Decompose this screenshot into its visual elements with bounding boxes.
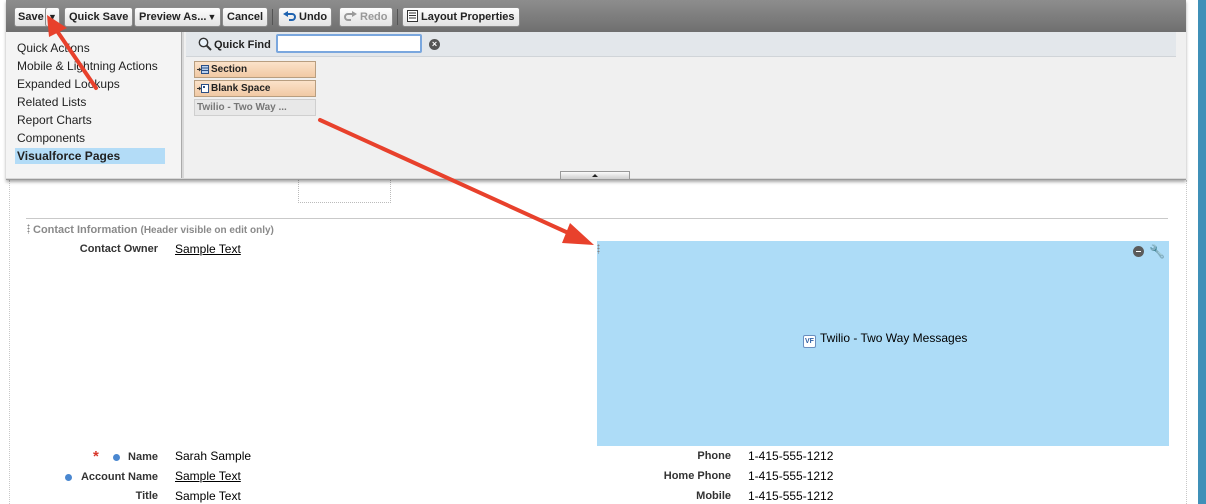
required-marker: * <box>93 448 99 465</box>
palette-item-label: Blank Space <box>211 83 271 94</box>
layout-properties-label: Layout Properties <box>421 11 515 23</box>
visualforce-component-label: VF Twilio - Two Way Messages <box>803 331 967 348</box>
category-visualforce-pages[interactable]: Visualforce Pages <box>15 148 165 164</box>
right-gutter <box>1186 0 1198 504</box>
drag-handle-icon[interactable] <box>597 244 600 254</box>
field-label-title[interactable]: Title <box>100 490 158 502</box>
field-label-name[interactable]: Name <box>118 451 158 463</box>
palette-panel: Save ▼ Quick Save Preview As...▼ Cancel … <box>6 0 1186 180</box>
layout-properties-button[interactable]: Layout Properties <box>402 7 520 27</box>
field-value-home-phone[interactable]: 1-415-555-1212 <box>748 469 833 483</box>
chevron-up-icon <box>592 174 598 177</box>
field-label-account-name[interactable]: Account Name <box>70 471 158 483</box>
field-value-name[interactable]: Sarah Sample <box>175 449 251 463</box>
visualforce-component[interactable]: 🔧 VF Twilio - Two Way Messages <box>597 241 1169 446</box>
redo-button[interactable]: Redo <box>339 7 393 27</box>
remove-icon[interactable] <box>1133 246 1144 257</box>
field-label-mobile[interactable]: Mobile <box>640 490 731 502</box>
toolbar-separator <box>397 9 398 25</box>
save-dropdown-button[interactable]: ▼ <box>45 7 60 27</box>
layout-properties-icon <box>407 10 418 22</box>
drag-handle-icon[interactable] <box>27 224 30 234</box>
palette-item-label: Section <box>211 64 248 75</box>
undo-icon <box>283 11 296 21</box>
quick-find-input[interactable] <box>276 34 422 53</box>
category-related-lists[interactable]: Related Lists <box>17 94 86 110</box>
page-layout-editor: Contact Information (Header visible on ed… <box>0 0 1206 504</box>
quick-find-label-wrap: Quick Find <box>198 37 271 51</box>
field-label-contact-owner[interactable]: Contact Owner <box>40 243 158 255</box>
right-edge-bar <box>1198 0 1206 504</box>
palette-category-list: Quick Actions Mobile & Lightning Actions… <box>6 32 182 178</box>
field-value-phone[interactable]: 1-415-555-1212 <box>748 449 833 463</box>
field-value-title[interactable]: Sample Text <box>175 489 241 503</box>
wrench-icon[interactable]: 🔧 <box>1149 244 1165 260</box>
category-components[interactable]: Components <box>17 130 85 146</box>
section-subtitle: (Header visible on edit only) <box>140 225 274 236</box>
toolbar: Save ▼ Quick Save Preview As...▼ Cancel … <box>6 0 1186 32</box>
redo-icon <box>344 11 357 21</box>
visualforce-component-name: Twilio - Two Way Messages <box>820 331 968 345</box>
visualforce-badge-icon: VF <box>803 335 816 348</box>
clear-search-icon[interactable]: × <box>429 39 440 50</box>
section-title: Contact Information <box>33 224 138 236</box>
preview-as-button[interactable]: Preview As...▼ <box>134 7 221 27</box>
palette-items-pane: Quick Find × Section Blank Space Twilio … <box>184 32 1186 179</box>
field-value-account-name[interactable]: Sample Text <box>175 469 241 483</box>
toolbar-separator <box>272 9 273 25</box>
category-mobile-lightning-actions[interactable]: Mobile & Lightning Actions <box>17 58 158 74</box>
field-label-phone[interactable]: Phone <box>640 450 731 462</box>
collapse-palette-handle[interactable] <box>560 171 630 179</box>
undo-button[interactable]: Undo <box>278 7 333 27</box>
category-report-charts[interactable]: Report Charts <box>17 112 92 128</box>
save-button[interactable]: Save <box>14 7 48 27</box>
preview-as-label: Preview As... <box>139 11 207 23</box>
field-label-home-phone[interactable]: Home Phone <box>640 470 731 482</box>
category-quick-actions[interactable]: Quick Actions <box>17 40 90 56</box>
palette-item-section[interactable]: Section <box>194 61 316 78</box>
section-icon <box>197 65 209 74</box>
redo-label: Redo <box>360 11 388 23</box>
palette-item-blank-space[interactable]: Blank Space <box>194 80 316 97</box>
section-header[interactable]: Contact Information (Header visible on ed… <box>27 224 274 236</box>
quick-save-button[interactable]: Quick Save <box>64 7 134 27</box>
empty-drop-zone <box>298 180 391 203</box>
category-expanded-lookups[interactable]: Expanded Lookups <box>17 76 120 92</box>
search-icon <box>198 37 212 51</box>
blank-space-icon <box>197 84 209 93</box>
field-value-contact-owner[interactable]: Sample Text <box>175 242 241 256</box>
quick-find-label: Quick Find <box>214 39 271 51</box>
field-value-mobile[interactable]: 1-415-555-1212 <box>748 489 833 503</box>
chevron-down-icon: ▼ <box>207 12 217 22</box>
undo-label: Undo <box>299 11 328 23</box>
palette-item-twilio-two-way[interactable]: Twilio - Two Way ... <box>194 99 316 116</box>
cancel-button[interactable]: Cancel <box>222 7 269 27</box>
section-divider <box>26 218 1168 219</box>
quick-find-bar: Quick Find × <box>186 32 1176 57</box>
